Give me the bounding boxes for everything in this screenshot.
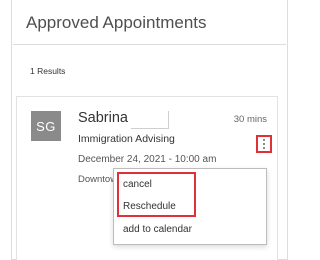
kebab-dot (263, 143, 265, 145)
client-name: Sabrina (78, 110, 128, 126)
menu-item-reschedule[interactable]: Reschedule (123, 201, 176, 212)
kebab-dot (263, 147, 265, 149)
menu-item-cancel[interactable]: cancel (123, 179, 152, 190)
appointment-duration: 30 mins (233, 114, 267, 125)
title-divider (13, 44, 286, 45)
appointment-datetime: December 24, 2021 - 10:00 am (78, 154, 217, 165)
menu-item-add-to-calendar[interactable]: add to calendar (123, 224, 192, 235)
avatar: SG (31, 111, 61, 141)
redacted-name-field (131, 111, 169, 129)
results-count: 1 Results (30, 66, 66, 76)
page-title: Approved Appointments (26, 13, 207, 32)
appointment-service: Immigration Advising (78, 133, 175, 145)
kebab-dot (263, 139, 265, 141)
page: Approved Appointments 1 Results SG Sabri… (0, 0, 290, 260)
appointment-options-menu: cancel Reschedule add to calendar (113, 168, 267, 245)
more-options-icon[interactable] (256, 135, 272, 153)
